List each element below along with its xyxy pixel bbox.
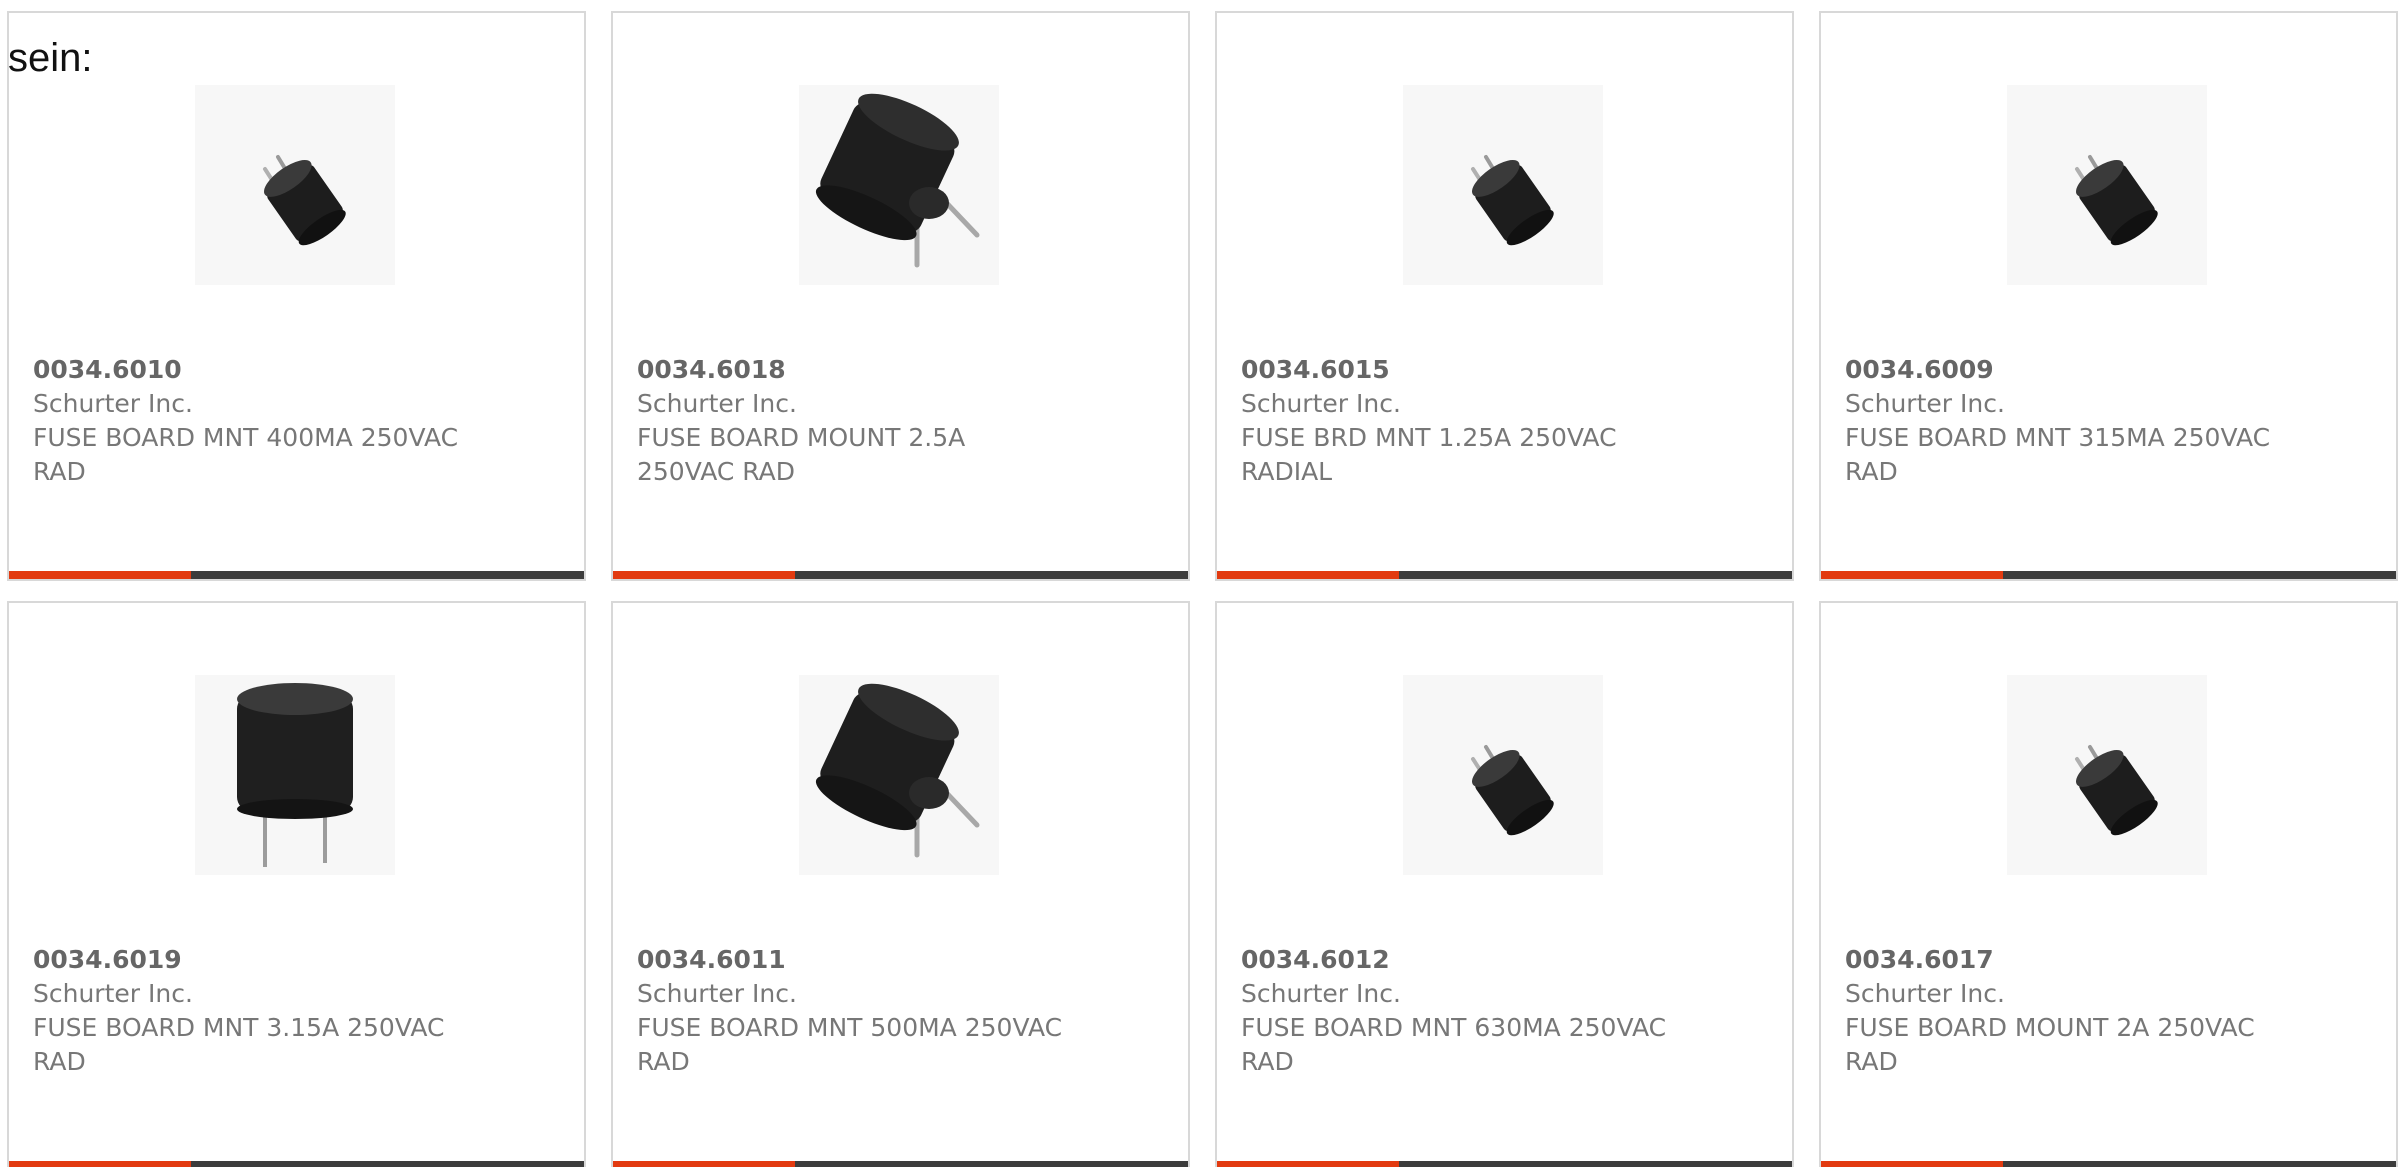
manufacturer-name: Schurter Inc. [1241, 389, 1401, 418]
card-bottom-bar [613, 1161, 1188, 1167]
product-image[interactable] [195, 85, 395, 285]
product-card-0034.6009[interactable]: 0034.6009 Schurter Inc. FUSE BOARD MNT 3… [1819, 11, 2398, 581]
product-description: FUSE BOARD MNT 630MA 250VAC RAD [1241, 1013, 1667, 1076]
fuse-small-tilted-icon [1471, 155, 1554, 246]
product-info: 0034.6012 Schurter Inc. FUSE BOARD MNT 6… [1241, 943, 1671, 1079]
product-description: FUSE BRD MNT 1.25A 250VAC RADIAL [1241, 423, 1617, 486]
product-card-0034.6012[interactable]: 0034.6012 Schurter Inc. FUSE BOARD MNT 6… [1215, 601, 1794, 1167]
product-description: FUSE BOARD MNT 3.15A 250VAC RAD [33, 1013, 445, 1076]
card-accent-bar [613, 571, 795, 579]
fuse-large-tilted-icon [815, 93, 980, 268]
product-image[interactable] [1403, 85, 1603, 285]
part-number[interactable]: 0034.6015 [1241, 353, 1671, 387]
product-card-0034.6015[interactable]: 0034.6015 Schurter Inc. FUSE BRD MNT 1.2… [1215, 11, 1794, 581]
fuse-small-tilted-icon [2075, 155, 2158, 246]
manufacturer-name: Schurter Inc. [1845, 979, 2005, 1008]
product-image[interactable] [2007, 675, 2207, 875]
product-page: sein: 0034.6010 Schurter Inc. FUSE BOARD… [0, 0, 2400, 1167]
fuse-large-tilted-icon [815, 683, 980, 858]
card-accent-bar [1821, 571, 2003, 579]
part-number[interactable]: 0034.6011 [637, 943, 1067, 977]
section-heading: sein: [8, 36, 93, 80]
manufacturer-name: Schurter Inc. [1241, 979, 1401, 1008]
card-accent-bar [1821, 1161, 2003, 1167]
part-number[interactable]: 0034.6017 [1845, 943, 2275, 977]
card-accent-bar [9, 571, 191, 579]
product-card-0034.6018[interactable]: 0034.6018 Schurter Inc. FUSE BOARD MOUNT… [611, 11, 1190, 581]
product-info: 0034.6009 Schurter Inc. FUSE BOARD MNT 3… [1845, 353, 2275, 489]
manufacturer-name: Schurter Inc. [637, 979, 797, 1008]
card-accent-bar [9, 1161, 191, 1167]
product-image[interactable] [2007, 85, 2207, 285]
card-accent-bar [613, 1161, 795, 1167]
card-bottom-bar [9, 571, 584, 579]
manufacturer-name: Schurter Inc. [33, 389, 193, 418]
product-info: 0034.6015 Schurter Inc. FUSE BRD MNT 1.2… [1241, 353, 1671, 489]
product-info: 0034.6011 Schurter Inc. FUSE BOARD MNT 5… [637, 943, 1067, 1079]
card-bottom-bar [613, 571, 1188, 579]
card-bottom-bar [1821, 571, 2396, 579]
fuse-upright-icon [237, 683, 353, 867]
product-description: FUSE BOARD MNT 500MA 250VAC RAD [637, 1013, 1063, 1076]
card-bottom-bar [9, 1161, 584, 1167]
part-number[interactable]: 0034.6019 [33, 943, 463, 977]
product-description: FUSE BOARD MNT 315MA 250VAC RAD [1845, 423, 2271, 486]
fuse-small-tilted-icon [263, 155, 346, 246]
manufacturer-name: Schurter Inc. [33, 979, 193, 1008]
card-bottom-bar [1217, 571, 1792, 579]
part-number[interactable]: 0034.6012 [1241, 943, 1671, 977]
product-image[interactable] [1403, 675, 1603, 875]
product-image[interactable] [799, 675, 999, 875]
fuse-small-tilted-icon [1471, 745, 1554, 836]
fuse-small-tilted-icon [2075, 745, 2158, 836]
card-accent-bar [1217, 1161, 1399, 1167]
product-card-0034.6011[interactable]: 0034.6011 Schurter Inc. FUSE BOARD MNT 5… [611, 601, 1190, 1167]
manufacturer-name: Schurter Inc. [1845, 389, 2005, 418]
product-grid: 0034.6010 Schurter Inc. FUSE BOARD MNT 4… [7, 11, 2398, 1167]
product-description: FUSE BOARD MOUNT 2A 250VAC RAD [1845, 1013, 2255, 1076]
part-number[interactable]: 0034.6018 [637, 353, 1067, 387]
manufacturer-name: Schurter Inc. [637, 389, 797, 418]
part-number[interactable]: 0034.6010 [33, 353, 463, 387]
product-info: 0034.6010 Schurter Inc. FUSE BOARD MNT 4… [33, 353, 463, 489]
product-image[interactable] [195, 675, 395, 875]
part-number[interactable]: 0034.6009 [1845, 353, 2275, 387]
product-image[interactable] [799, 85, 999, 285]
card-accent-bar [1217, 571, 1399, 579]
product-info: 0034.6019 Schurter Inc. FUSE BOARD MNT 3… [33, 943, 463, 1079]
card-bottom-bar [1217, 1161, 1792, 1167]
product-info: 0034.6017 Schurter Inc. FUSE BOARD MOUNT… [1845, 943, 2275, 1079]
product-description: FUSE BOARD MOUNT 2.5A 250VAC RAD [637, 423, 966, 486]
product-info: 0034.6018 Schurter Inc. FUSE BOARD MOUNT… [637, 353, 1067, 489]
product-card-0034.6017[interactable]: 0034.6017 Schurter Inc. FUSE BOARD MOUNT… [1819, 601, 2398, 1167]
product-card-0034.6010[interactable]: 0034.6010 Schurter Inc. FUSE BOARD MNT 4… [7, 11, 586, 581]
product-description: FUSE BOARD MNT 400MA 250VAC RAD [33, 423, 459, 486]
product-card-0034.6019[interactable]: 0034.6019 Schurter Inc. FUSE BOARD MNT 3… [7, 601, 586, 1167]
card-bottom-bar [1821, 1161, 2396, 1167]
